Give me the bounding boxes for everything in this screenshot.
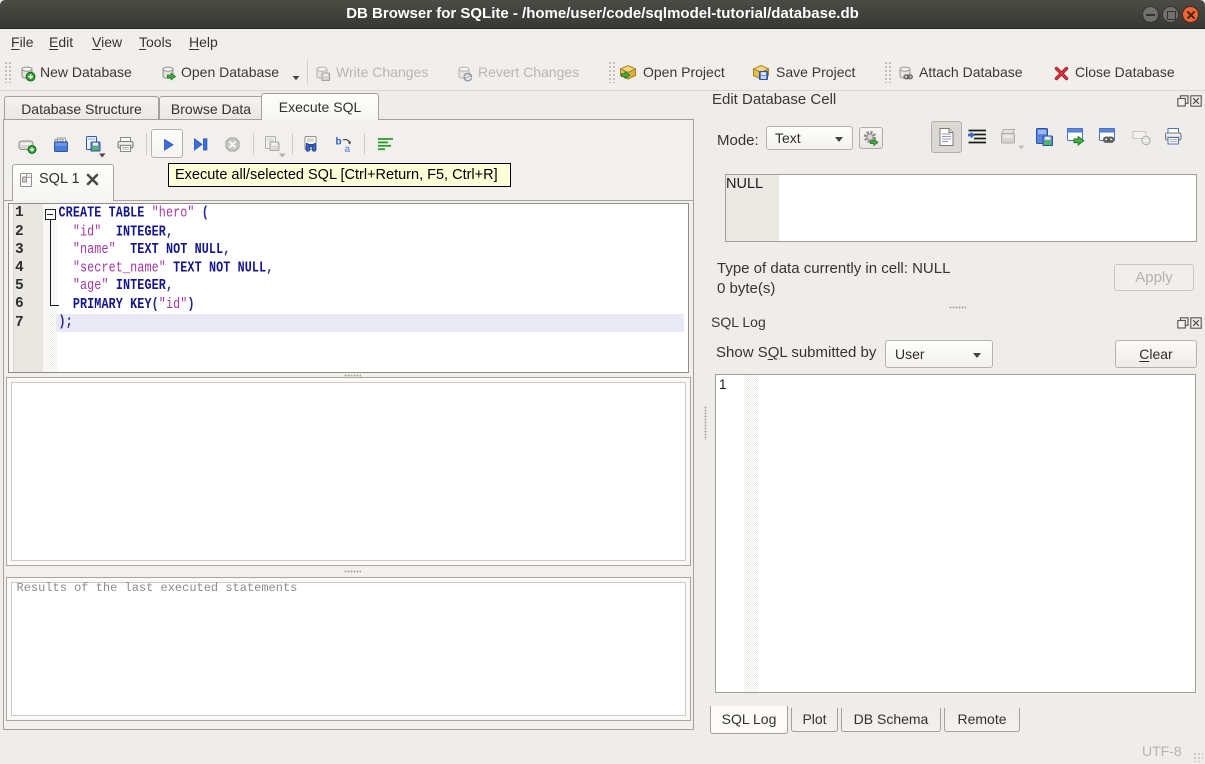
svg-text:b: b [336,137,342,148]
svg-text:a: a [345,144,351,154]
